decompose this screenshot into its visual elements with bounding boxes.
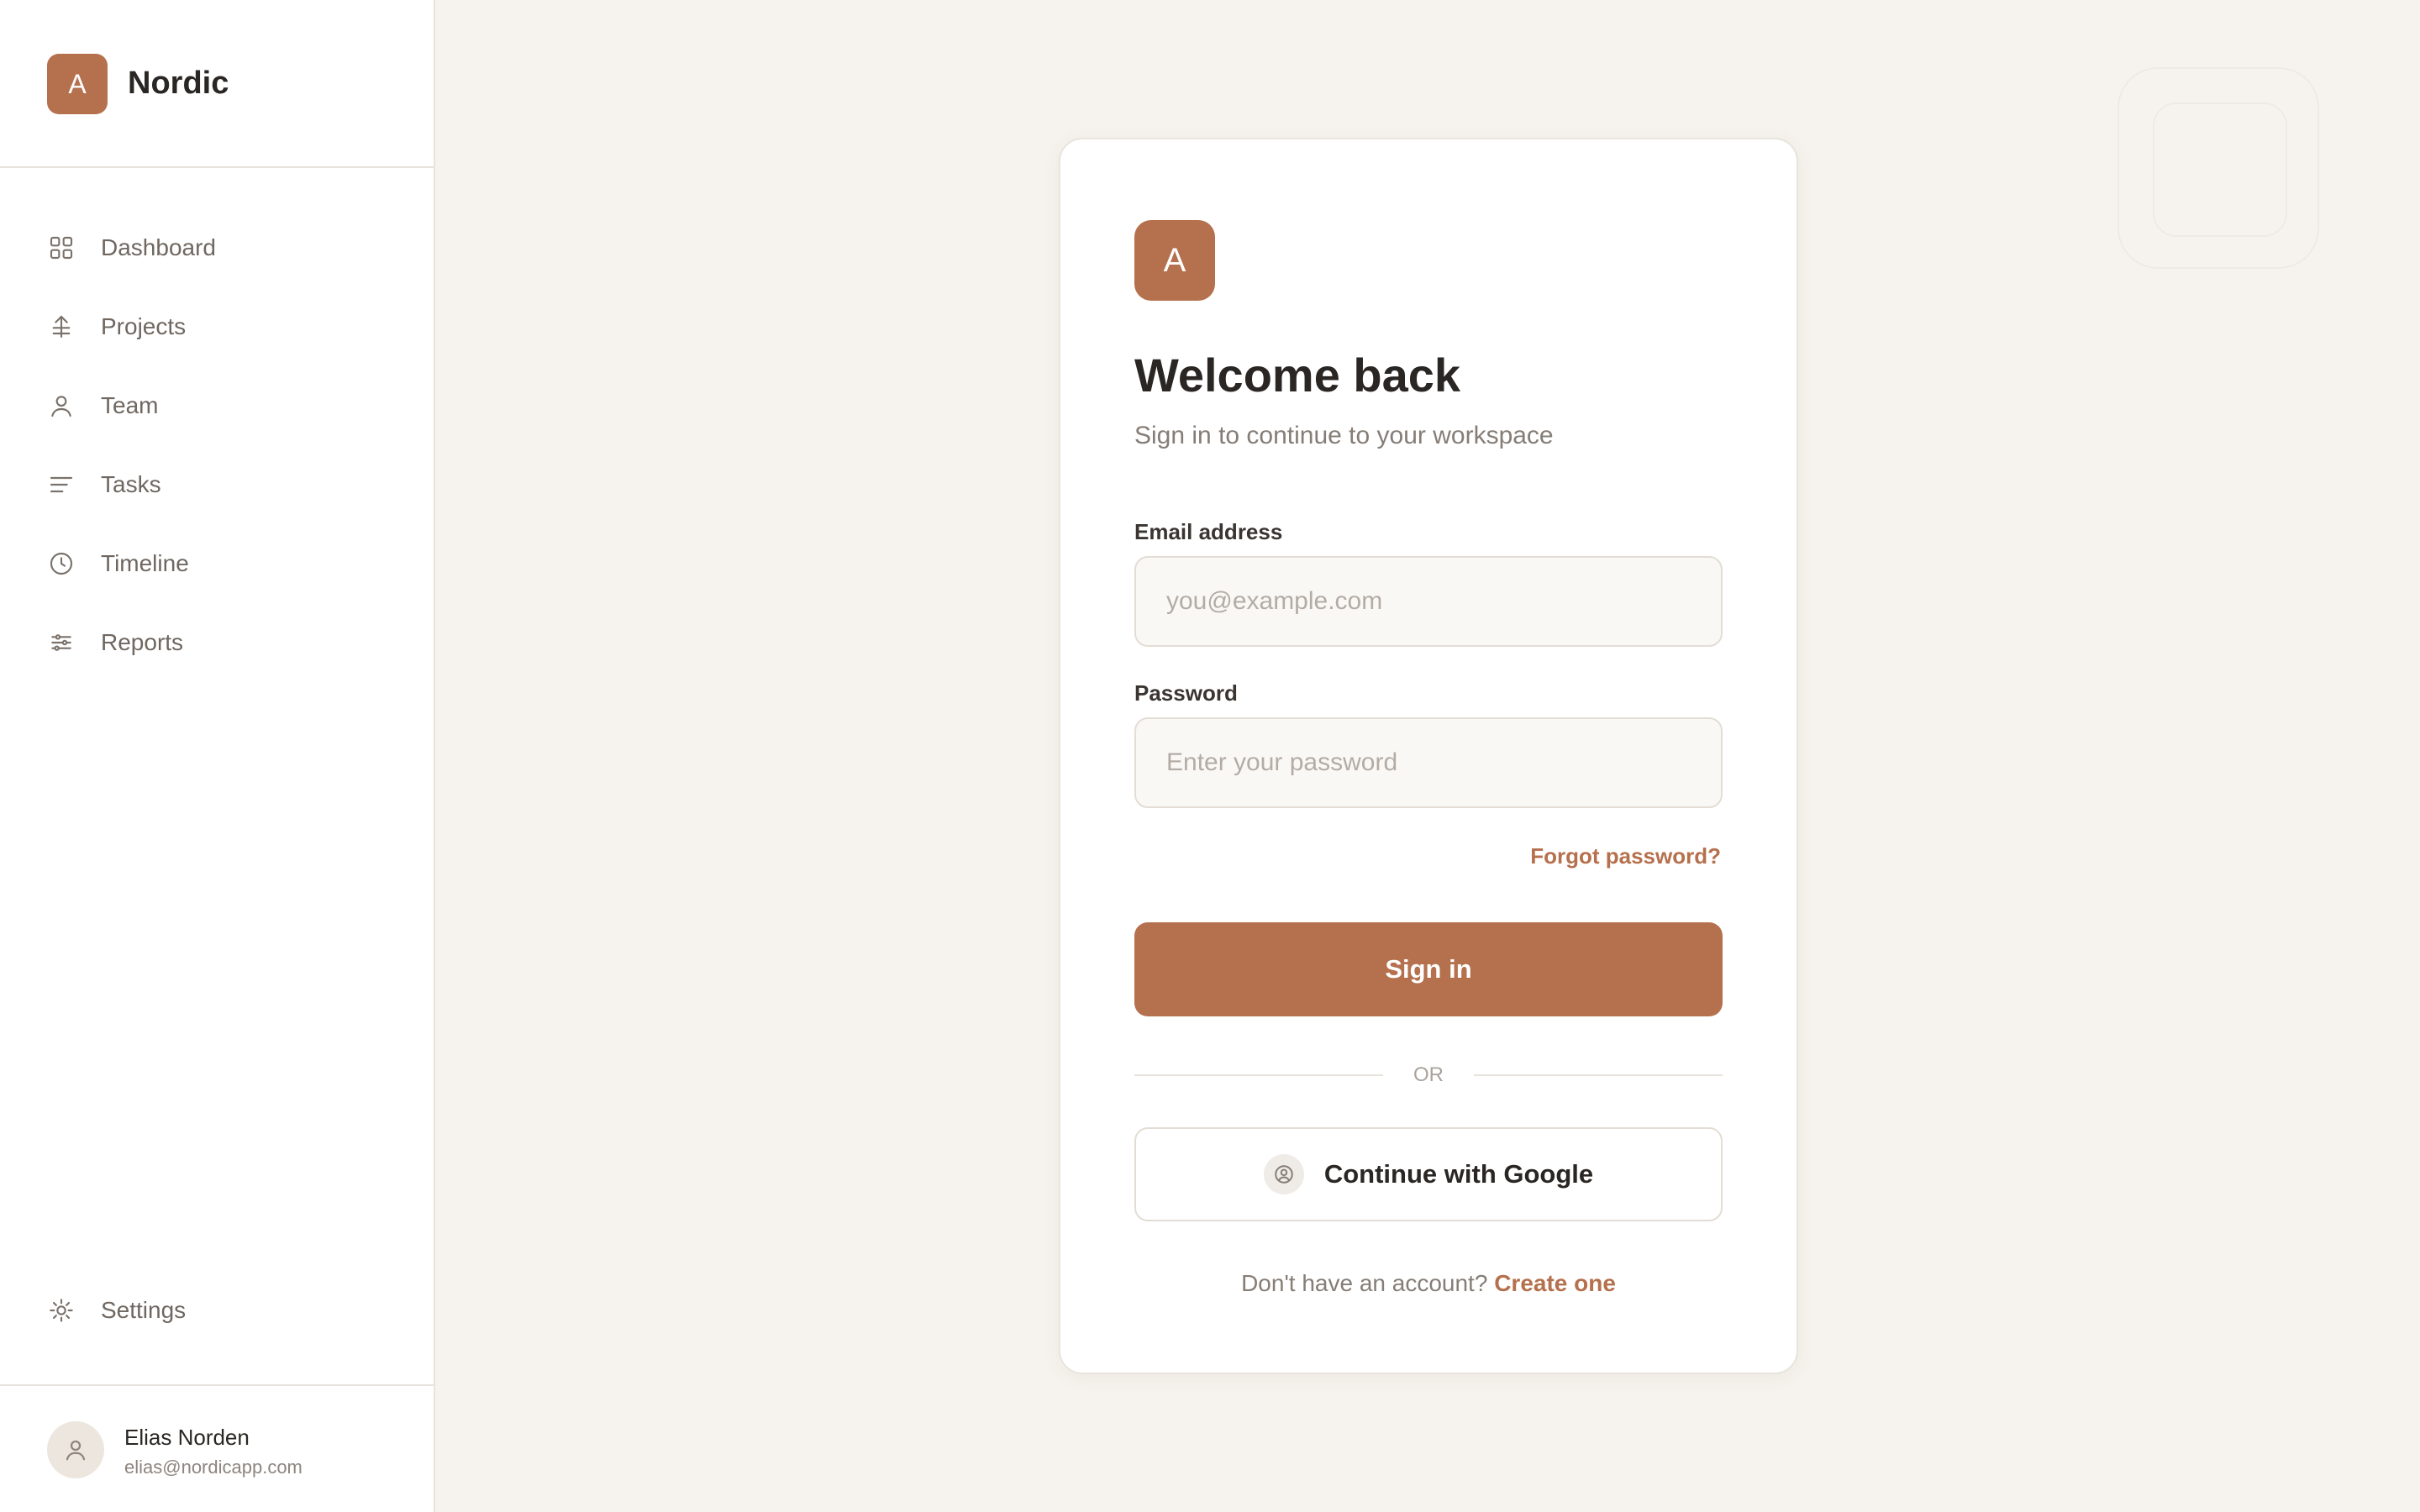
- account-circle-icon: [1263, 1154, 1304, 1194]
- sidebar-item-label: Projects: [101, 313, 187, 339]
- google-sign-in-button[interactable]: Continue with Google: [1134, 1127, 1723, 1221]
- create-account-link[interactable]: Create one: [1494, 1270, 1616, 1296]
- divider-line: [1134, 1074, 1383, 1076]
- password-field[interactable]: [1134, 717, 1723, 808]
- forgot-password-link[interactable]: Forgot password?: [1530, 843, 1721, 869]
- sidebar: A Nordic Dashboard Projects Team Tasks T…: [0, 0, 435, 1512]
- user-avatar-icon: [66, 1440, 86, 1461]
- sidebar-item-settings[interactable]: Settings: [47, 1285, 400, 1336]
- page-title: Welcome back: [1134, 349, 1461, 402]
- sidebar-item-projects[interactable]: Projects: [47, 302, 400, 352]
- avatar[interactable]: [47, 1421, 104, 1478]
- password-label: Password: [1134, 680, 1238, 706]
- sidebar-item-timeline[interactable]: Timeline: [47, 538, 400, 589]
- grid-icon: [47, 234, 76, 262]
- email-field[interactable]: [1134, 556, 1723, 647]
- divider-label: OR: [1413, 1063, 1444, 1086]
- user-icon: [47, 391, 76, 420]
- sidebar-item-team[interactable]: Team: [47, 381, 400, 431]
- user-name: Elias Norden: [124, 1425, 250, 1450]
- user-email: elias@nordicapp.com: [124, 1457, 302, 1478]
- sign-in-button[interactable]: Sign in: [1134, 922, 1723, 1016]
- divider-line: [1474, 1074, 1723, 1076]
- sidebar-item-label: Tasks: [101, 471, 161, 497]
- clock-icon: [47, 549, 76, 578]
- page-subtitle: Sign in to continue to your workspace: [1134, 422, 1554, 449]
- sidebar-item-label: Reports: [101, 629, 184, 655]
- list-icon: [47, 470, 76, 499]
- email-label: Email address: [1134, 519, 1283, 544]
- google-button-label: Continue with Google: [1323, 1159, 1594, 1189]
- signup-prompt: Don't have an account? Create one: [1060, 1270, 1797, 1297]
- sidebar-item-label: Dashboard: [101, 234, 216, 260]
- sidebar-item-tasks[interactable]: Tasks: [47, 459, 400, 510]
- sidebar-item-dashboard[interactable]: Dashboard: [47, 223, 400, 273]
- gear-icon: [47, 1296, 76, 1325]
- no-account-text: Don't have an account?: [1241, 1270, 1488, 1296]
- sliders-icon: [47, 628, 76, 657]
- sidebar-item-label: Timeline: [101, 550, 189, 576]
- card-logo: A: [1134, 220, 1215, 301]
- sidebar-item-label: Settings: [101, 1297, 187, 1323]
- brand-logo[interactable]: A: [47, 54, 108, 114]
- decorative-square-inner: [2153, 102, 2287, 237]
- sidebar-item-label: Team: [101, 392, 159, 418]
- brand-header: A Nordic: [0, 0, 434, 168]
- app-root: A Nordic Dashboard Projects Team Tasks T…: [0, 0, 2420, 1512]
- login-card: A Welcome back Sign in to continue to yo…: [1059, 138, 1798, 1374]
- sidebar-item-reports[interactable]: Reports: [47, 617, 400, 668]
- user-profile[interactable]: Elias Norden elias@nordicapp.com: [0, 1384, 434, 1512]
- brand-name: Nordic: [128, 66, 229, 101]
- projects-icon: [47, 312, 76, 341]
